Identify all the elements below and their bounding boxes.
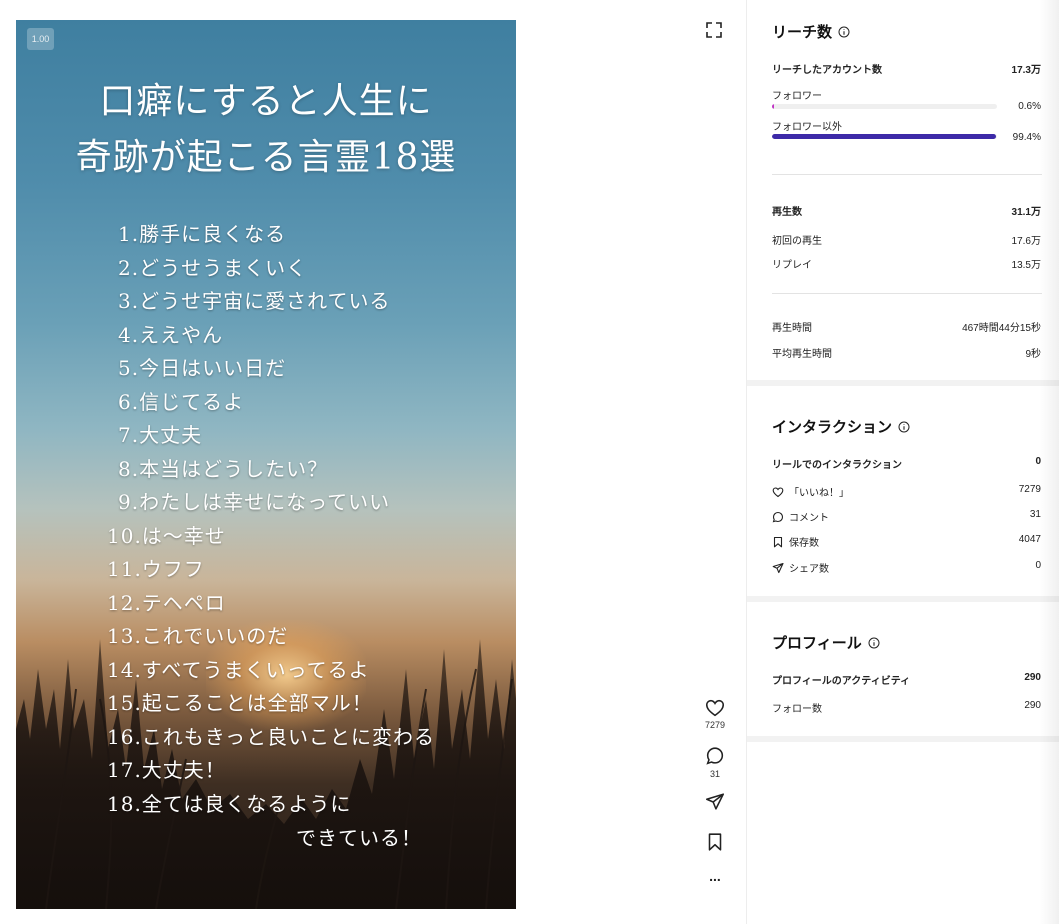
phrase-18-continuation: できている！ bbox=[296, 826, 422, 850]
replays-label: リプレイ bbox=[772, 260, 812, 271]
avg-watch-time-value: 9秒 bbox=[1025, 349, 1041, 360]
info-icon[interactable] bbox=[898, 421, 910, 433]
phrase-item: 7.大丈夫 bbox=[118, 423, 203, 447]
followers-value: 0.6% bbox=[1018, 101, 1041, 112]
initial-plays-value: 17.6万 bbox=[1011, 236, 1041, 247]
divider bbox=[772, 293, 1042, 294]
phrase-item: 10.は〜幸せ bbox=[107, 523, 226, 548]
phrase-item: 6.信じてるよ bbox=[118, 389, 245, 414]
phrase-item: 15.起こることは全部マル！ bbox=[107, 691, 373, 715]
watch-time-label: 再生時間 bbox=[772, 323, 812, 334]
phrase-item: 2.どうせうまくいく bbox=[118, 255, 308, 280]
comments-row: コメント bbox=[772, 509, 829, 524]
reached-accounts-value: 17.3万 bbox=[1011, 65, 1041, 76]
heart-icon bbox=[772, 487, 784, 498]
shares-label: シェア数 bbox=[789, 564, 829, 575]
saves-row: 保存数 bbox=[772, 534, 819, 549]
reel-interactions-value: 0 bbox=[1035, 456, 1041, 467]
profile-title-text: プロフィール bbox=[772, 634, 862, 652]
phrase-item: 14.すべてうまくいってるよ bbox=[107, 657, 370, 682]
likes-count: 7279 bbox=[704, 720, 726, 730]
video-title-line-1: 口癖にすると人生に bbox=[99, 81, 433, 122]
reel-interactions-label: リールでのインタラクション bbox=[772, 460, 902, 471]
follows-label: フォロー数 bbox=[772, 704, 822, 715]
phrase-item: 11.ウフフ bbox=[107, 557, 205, 581]
info-icon[interactable] bbox=[868, 637, 880, 649]
phrase-item: 1.勝手に良くなる bbox=[118, 222, 287, 246]
video-title-line-2: 奇跡が起こる言霊18選 bbox=[75, 137, 457, 178]
profile-activity-label: プロフィールのアクティビティ bbox=[772, 676, 911, 687]
shares-value: 0 bbox=[1035, 560, 1041, 571]
info-icon[interactable] bbox=[838, 26, 850, 38]
phrase-item: 18.全ては良くなるように bbox=[107, 791, 352, 816]
interactions-section-title: インタラクション bbox=[772, 416, 910, 437]
comments-label: コメント bbox=[789, 513, 829, 524]
initial-plays-label: 初回の再生 bbox=[772, 236, 822, 247]
expand-icon[interactable] bbox=[704, 20, 724, 40]
likes-row: 「いいね！」 bbox=[772, 484, 849, 499]
bookmark-icon[interactable] bbox=[704, 831, 726, 853]
phrase-item: 8.本当はどうしたい？ bbox=[118, 456, 329, 481]
reached-accounts-label: リーチしたアカウント数 bbox=[772, 65, 882, 76]
section-divider bbox=[747, 380, 1059, 386]
followers-bar-fill bbox=[772, 104, 774, 109]
follows-value: 290 bbox=[1024, 700, 1041, 711]
section-divider bbox=[747, 736, 1059, 742]
share-icon bbox=[772, 562, 784, 574]
comments-count: 31 bbox=[709, 769, 720, 779]
insights-panel: リーチ数 リーチしたアカウント数 17.3万 フォロワー 0.6% フォロワー以… bbox=[746, 0, 1059, 924]
divider bbox=[772, 174, 1042, 175]
phrase-item: 9.わたしは幸せになっていい bbox=[118, 490, 391, 514]
saves-value: 4047 bbox=[1018, 534, 1041, 545]
non-followers-label: フォロワー以外 bbox=[772, 122, 842, 133]
comment-icon bbox=[772, 511, 784, 523]
more-icon[interactable]: ... bbox=[694, 868, 736, 884]
shares-row: シェア数 bbox=[772, 560, 829, 575]
followers-label: フォロワー bbox=[772, 91, 822, 102]
phrase-item: 16.これもきっと良いことに変わる bbox=[107, 724, 436, 749]
saves-label: 保存数 bbox=[789, 538, 819, 549]
playback-speed-badge[interactable]: 1.00 bbox=[27, 28, 54, 50]
likes-label: 「いいね！」 bbox=[789, 488, 849, 499]
panel-scroll-shade bbox=[1039, 0, 1059, 924]
likes-value: 7279 bbox=[1018, 484, 1041, 495]
phrase-item: 3.どうせ宇宙に愛されている bbox=[118, 289, 391, 313]
phrase-item: 12.テヘペロ bbox=[107, 590, 226, 615]
non-followers-value: 99.4% bbox=[1012, 132, 1041, 143]
phrase-item: 17.大丈夫！ bbox=[107, 758, 226, 782]
avg-watch-time-label: 平均再生時間 bbox=[772, 349, 832, 360]
profile-section-title: プロフィール bbox=[772, 632, 880, 653]
interactions-title-text: インタラクション bbox=[772, 418, 893, 436]
watch-time-value: 467時間44分15秒 bbox=[962, 323, 1041, 334]
comments-value: 31 bbox=[1029, 509, 1041, 520]
non-followers-bar-fill bbox=[772, 134, 996, 139]
reach-title-text: リーチ数 bbox=[772, 23, 833, 41]
phrase-item: 13.これでいいのだ bbox=[107, 624, 289, 648]
bookmark-icon bbox=[773, 536, 783, 548]
phrase-item: 5.今日はいい日だ bbox=[118, 356, 287, 380]
heart-icon[interactable] bbox=[704, 697, 726, 719]
profile-activity-value: 290 bbox=[1024, 672, 1041, 683]
non-followers-bar bbox=[772, 134, 997, 139]
replays-value: 13.5万 bbox=[1011, 260, 1041, 271]
plays-value: 31.1万 bbox=[1011, 207, 1041, 218]
plays-label: 再生数 bbox=[772, 207, 802, 218]
followers-bar bbox=[772, 104, 997, 109]
comment-icon[interactable] bbox=[704, 745, 726, 767]
share-icon[interactable] bbox=[704, 791, 726, 813]
phrase-item: 4.ええやん bbox=[118, 322, 224, 347]
reach-section-title: リーチ数 bbox=[772, 21, 850, 42]
section-divider bbox=[747, 596, 1059, 602]
